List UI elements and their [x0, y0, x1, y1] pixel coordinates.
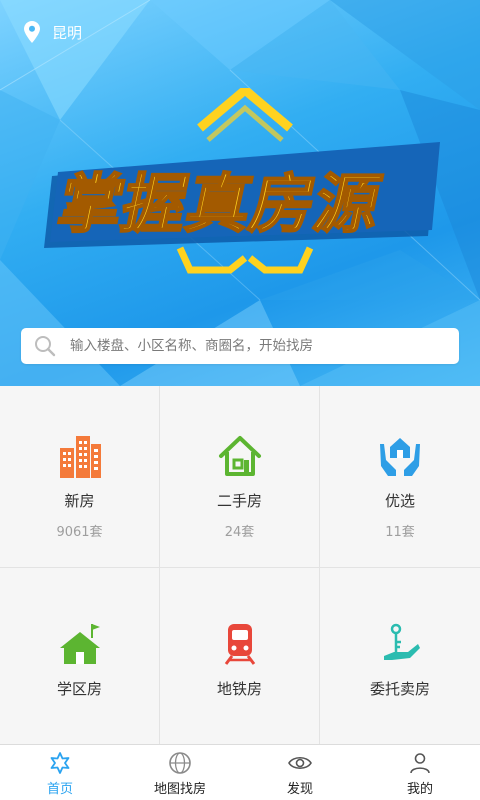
category-label: 新房 [64, 492, 95, 510]
search-bar[interactable] [21, 328, 459, 364]
category-entrust-sell[interactable]: 委托卖房 [320, 568, 480, 744]
category-school-district[interactable]: 学区房 [0, 568, 160, 744]
category-preferred[interactable]: 优选 11套 [320, 386, 480, 568]
tab-home[interactable]: 首页 [0, 745, 120, 800]
category-count: 11套 [385, 525, 415, 540]
category-label: 地铁房 [216, 680, 262, 698]
home-flower-icon [50, 752, 70, 774]
slogan-graphic: 掌握真房源 [40, 88, 450, 284]
buildings-icon [59, 436, 101, 478]
eye-icon [288, 756, 312, 770]
category-count: 9061套 [56, 525, 103, 540]
category-subway[interactable]: 地铁房 [160, 568, 320, 744]
category-new-house[interactable]: 新房 9061套 [0, 386, 160, 568]
school-house-icon [59, 624, 100, 664]
bottom-tab-bar: 首页 地图找房 发现 我的 [0, 744, 480, 800]
tab-profile[interactable]: 我的 [360, 745, 480, 800]
category-count: 24套 [224, 525, 255, 540]
banner: 昆明 掌握真房源 [0, 0, 480, 386]
category-second-hand[interactable]: 二手房 24套 [160, 386, 320, 568]
category-label: 优选 [384, 492, 415, 510]
key-hand-icon [384, 623, 420, 660]
category-label: 二手房 [216, 492, 262, 510]
house-icon [218, 436, 261, 476]
category-label: 委托卖房 [369, 680, 430, 698]
person-icon [410, 753, 430, 774]
search-input[interactable] [70, 338, 430, 354]
city-name: 昆明 [52, 23, 83, 42]
tab-map-search[interactable]: 地图找房 [120, 745, 240, 800]
tab-label: 发现 [286, 782, 313, 797]
slogan-text: 掌握真房源 [51, 168, 387, 242]
category-grid: 新房 9061套 二手房 24套 优选 11套 学区房 地铁房 委托卖房 [0, 386, 480, 744]
location-pin-icon [24, 21, 40, 43]
category-label: 学区房 [56, 680, 102, 698]
tab-label: 地图找房 [153, 782, 206, 797]
location-selector[interactable]: 昆明 [24, 20, 82, 44]
subway-icon [224, 624, 255, 665]
tab-label: 我的 [406, 782, 433, 797]
tab-label: 首页 [46, 782, 73, 797]
search-icon [35, 336, 56, 357]
slogan-decoration: 掌握真房源 [44, 88, 440, 274]
hands-house-icon [380, 438, 420, 476]
tab-discover[interactable]: 发现 [240, 745, 360, 800]
globe-icon [169, 752, 191, 774]
